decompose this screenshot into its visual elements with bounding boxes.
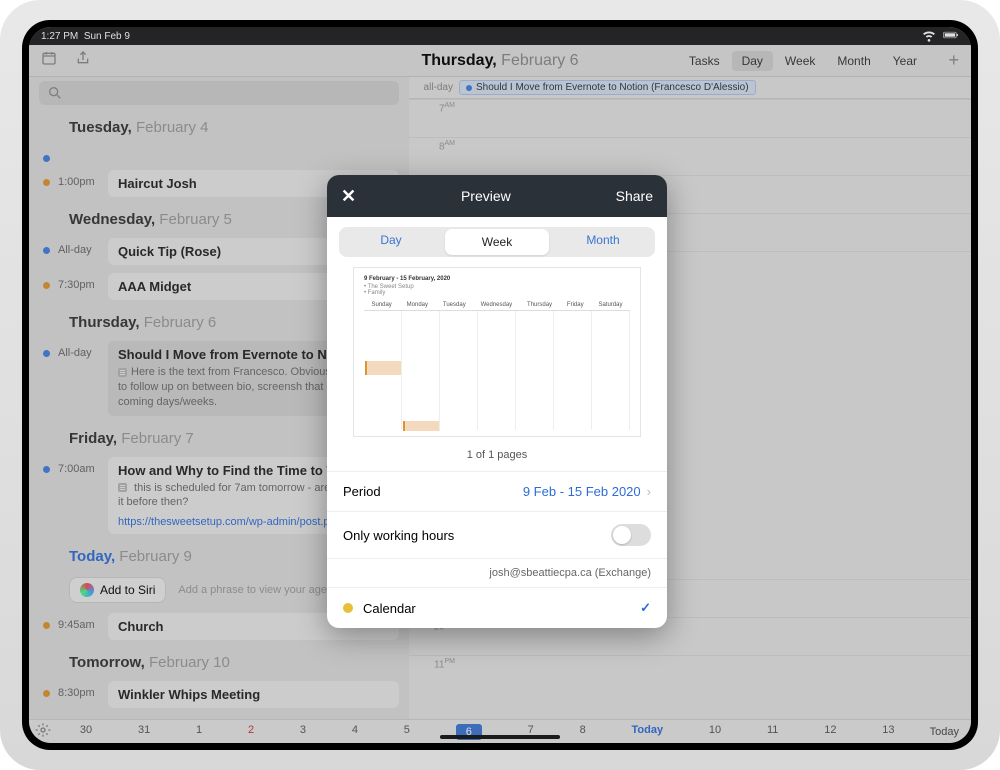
print-preview: 9 February - 15 February, 2020 • The Swe… [353, 267, 641, 437]
page-indicator: 1 of 1 pages [327, 443, 667, 471]
check-icon: ✓ [640, 600, 651, 616]
calendar-color-dot [343, 603, 353, 613]
mseg-week[interactable]: Week [445, 229, 549, 255]
home-indicator [440, 735, 560, 739]
close-icon[interactable]: ✕ [341, 186, 356, 207]
preview-modal: ✕ Preview Share DayWeekMonth 9 February … [327, 175, 667, 628]
range-segmented[interactable]: DayWeekMonth [339, 227, 655, 257]
working-hours-row[interactable]: Only working hours [327, 511, 667, 558]
mseg-day[interactable]: Day [339, 227, 443, 257]
working-hours-toggle[interactable] [611, 524, 651, 546]
share-button[interactable]: Share [616, 188, 653, 204]
account-label: josh@sbeattiecpa.ca (Exchange) [327, 558, 667, 587]
mseg-month[interactable]: Month [551, 227, 655, 257]
period-row[interactable]: Period 9 Feb - 15 Feb 2020› [327, 471, 667, 511]
calendar-row[interactable]: Calendar ✓ [327, 587, 667, 628]
chevron-right-icon: › [647, 484, 651, 499]
modal-title: Preview [461, 188, 511, 204]
